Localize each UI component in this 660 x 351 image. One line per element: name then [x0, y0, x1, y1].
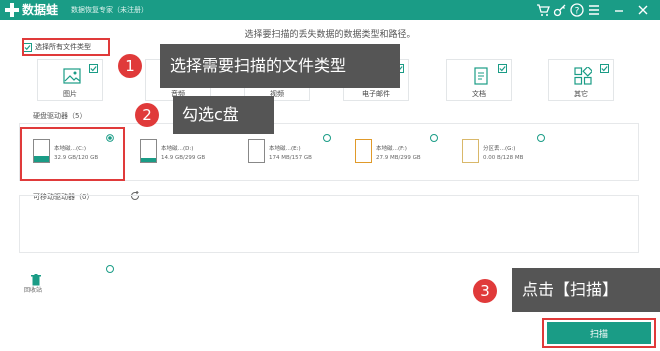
filetype-label: 电子邮件: [362, 90, 390, 98]
cart-icon[interactable]: [536, 3, 550, 17]
callout-text: 选择需要扫描的文件类型: [170, 56, 347, 75]
image-icon: [63, 68, 81, 84]
checkbox-checked-icon[interactable]: [600, 64, 609, 73]
radio-unselected-icon[interactable]: [106, 265, 114, 273]
drive-icon: [248, 139, 265, 163]
removable-drives-panel: [19, 195, 639, 253]
callout-3: 点击【扫描】: [512, 268, 660, 312]
drive-name: 本地磁…(D:): [161, 146, 194, 152]
callout-2: 勾选c盘: [173, 96, 274, 134]
recycle-bin-label: 回收站: [24, 287, 43, 294]
callout-1: 选择需要扫描的文件类型: [160, 44, 400, 88]
drive-d[interactable]: 本地磁…(D:) 14.9 GB/299 GB: [140, 137, 230, 175]
callout-text: 勾选c盘: [182, 105, 239, 124]
other-icon: [574, 67, 592, 85]
drive-g[interactable]: 分区丢…(G:) 0.00 B/128 MB: [462, 134, 552, 175]
drive-name: 分区丢…(G:): [483, 146, 516, 152]
callout-badge-3: 3: [473, 279, 497, 303]
drive-size: 27.9 MB/299 GB: [376, 155, 421, 161]
callout-text: 点击【扫描】: [522, 280, 619, 299]
drive-usage-fill: [141, 158, 156, 162]
filetype-card-document[interactable]: 文档: [446, 59, 512, 101]
drive-icon: [140, 139, 157, 163]
drive-size: 14.9 GB/299 GB: [161, 155, 206, 161]
drive-name: 本地磁…(F:): [376, 146, 407, 152]
highlight-box-drive-c: [20, 127, 125, 181]
menu-icon[interactable]: [587, 3, 601, 17]
highlight-box-scan: [542, 318, 656, 348]
filetype-label: 图片: [63, 90, 77, 98]
filetype-label: 其它: [574, 90, 588, 98]
radio-unselected-icon[interactable]: [430, 134, 438, 142]
drive-f[interactable]: 本地磁…(F:) 27.9 MB/299 GB: [355, 134, 445, 175]
checkbox-checked-icon[interactable]: [89, 64, 98, 73]
help-icon[interactable]: ?: [570, 3, 584, 17]
drives-section-label: 硬盘驱动器（5）: [33, 112, 87, 120]
drive-icon: [355, 139, 372, 163]
close-icon[interactable]: [636, 3, 650, 17]
app-subtitle: 数据恢复专家（未注册）: [71, 6, 148, 14]
document-icon: [474, 67, 488, 85]
drive-size: 0.00 B/128 MB: [483, 155, 524, 161]
key-icon[interactable]: [553, 3, 567, 17]
filetype-card-image[interactable]: 图片: [37, 59, 103, 101]
drive-size: 174 MB/157 GB: [269, 155, 312, 161]
filetype-card-other[interactable]: 其它: [548, 59, 614, 101]
checkbox-checked-icon[interactable]: [498, 64, 507, 73]
app-logo-icon: [5, 3, 19, 17]
callout-badge-1: 1: [118, 54, 142, 78]
drive-name: 本地磁…(E:): [269, 146, 301, 152]
svg-text:?: ?: [575, 7, 580, 17]
highlight-box-select-all: [22, 38, 110, 56]
drive-icon: [462, 139, 479, 163]
radio-unselected-icon[interactable]: [537, 134, 545, 142]
drive-e[interactable]: 本地磁…(E:) 174 MB/157 GB: [248, 134, 338, 175]
radio-unselected-icon[interactable]: [323, 134, 331, 142]
minimize-icon[interactable]: [612, 3, 626, 17]
callout-badge-2: 2: [135, 103, 159, 127]
title-bar: 数据蛙 数据恢复专家（未注册） ?: [0, 0, 660, 20]
filetype-label: 文档: [472, 90, 486, 98]
app-title: 数据蛙: [22, 3, 59, 17]
